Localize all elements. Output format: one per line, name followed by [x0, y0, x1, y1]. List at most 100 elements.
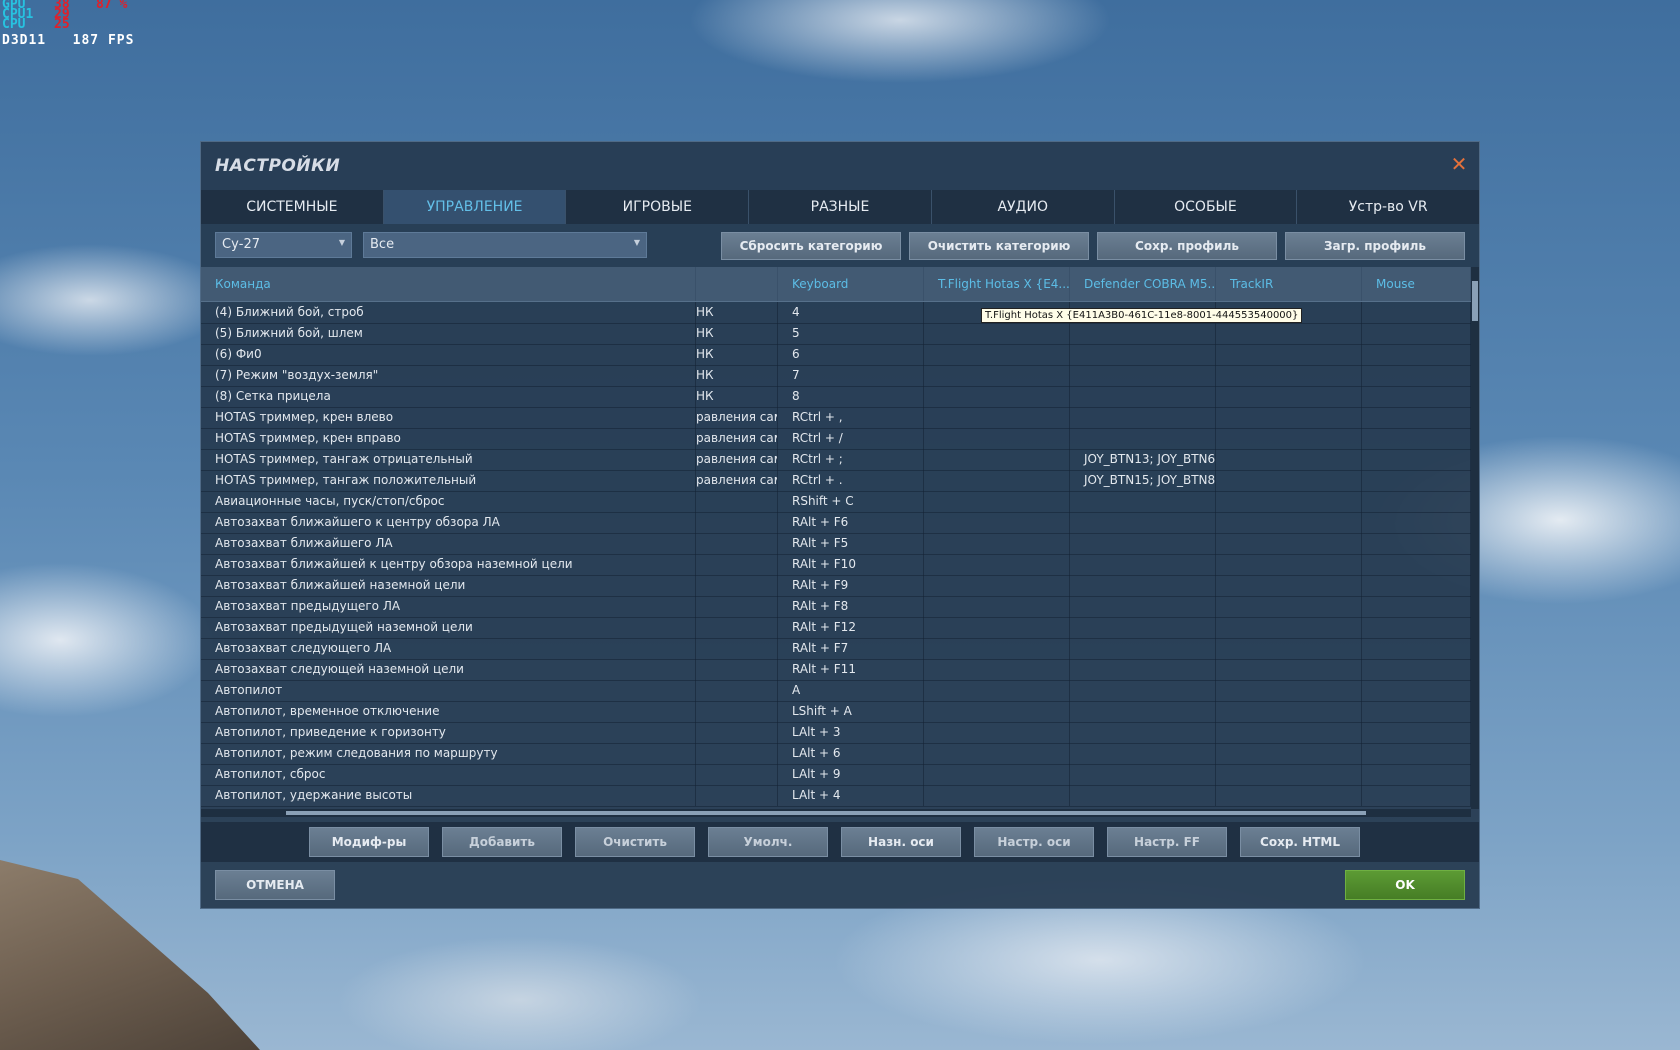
- tab-vr[interactable]: Устр-во VR: [1297, 190, 1479, 224]
- cell-category[interactable]: [696, 617, 778, 638]
- ff-tune-button[interactable]: Настр. FF: [1107, 827, 1227, 857]
- cell-hotas[interactable]: [924, 617, 1070, 638]
- load-profile-button[interactable]: Загр. профиль: [1285, 232, 1465, 260]
- category-select[interactable]: Все ▼: [363, 232, 647, 258]
- cell-trackir[interactable]: [1216, 743, 1362, 764]
- cell-hotas[interactable]: [924, 470, 1070, 491]
- cell-cobra[interactable]: [1070, 659, 1216, 680]
- table-row[interactable]: HOTAS триммер, тангаж положительный равле…: [201, 470, 1471, 492]
- cell-keyboard[interactable]: LShift + A: [778, 701, 924, 722]
- cell-trackir[interactable]: [1216, 554, 1362, 575]
- cell-keyboard[interactable]: RCtrl + /: [778, 428, 924, 449]
- cell-trackir[interactable]: [1216, 407, 1362, 428]
- cell-trackir[interactable]: [1216, 785, 1362, 806]
- table-row[interactable]: Автозахват ближайшей к центру обзора наз…: [201, 554, 1471, 576]
- tab-system[interactable]: СИСТЕМНЫЕ: [201, 190, 384, 224]
- cell-mouse[interactable]: [1362, 596, 1471, 617]
- table-row[interactable]: Автопилот, сброс LAlt + 9: [201, 764, 1471, 786]
- cell-category[interactable]: [696, 659, 778, 680]
- cell-category[interactable]: [696, 575, 778, 596]
- cell-cobra[interactable]: [1070, 344, 1216, 365]
- cell-hotas[interactable]: [924, 428, 1070, 449]
- close-icon[interactable]: ✕: [1449, 154, 1469, 174]
- cell-cobra[interactable]: JOY_BTN13; JOY_BTN6;: [1070, 449, 1216, 470]
- cell-command[interactable]: Автопилот, временное отключение: [201, 701, 696, 722]
- cell-hotas[interactable]: [924, 386, 1070, 407]
- table-row[interactable]: Автозахват ближайшей наземной цели RAlt +…: [201, 575, 1471, 597]
- cell-cobra[interactable]: [1070, 512, 1216, 533]
- cell-command[interactable]: (7) Режим "воздух-земля": [201, 365, 696, 386]
- cell-command[interactable]: Автозахват ближайшего ЛА: [201, 533, 696, 554]
- cell-mouse[interactable]: [1362, 365, 1471, 386]
- cell-cobra[interactable]: [1070, 596, 1216, 617]
- cell-command[interactable]: (4) Ближний бой, строб: [201, 302, 696, 323]
- cell-category[interactable]: [696, 764, 778, 785]
- cell-command[interactable]: Автозахват ближайшей наземной цели: [201, 575, 696, 596]
- cell-mouse[interactable]: [1362, 575, 1471, 596]
- cell-category[interactable]: равления сам: [696, 449, 778, 470]
- cell-command[interactable]: Автозахват предыдущей наземной цели: [201, 617, 696, 638]
- cell-hotas[interactable]: [924, 764, 1070, 785]
- cell-command[interactable]: HOTAS триммер, крен вправо: [201, 428, 696, 449]
- cell-cobra[interactable]: [1070, 323, 1216, 344]
- cell-keyboard[interactable]: LAlt + 4: [778, 785, 924, 806]
- cell-hotas[interactable]: [924, 701, 1070, 722]
- add-button[interactable]: Добавить: [442, 827, 562, 857]
- tab-controls[interactable]: УПРАВЛЕНИЕ: [383, 190, 567, 224]
- cell-mouse[interactable]: [1362, 344, 1471, 365]
- cell-trackir[interactable]: [1216, 365, 1362, 386]
- cell-hotas[interactable]: [924, 323, 1070, 344]
- cell-hotas[interactable]: [924, 533, 1070, 554]
- table-row[interactable]: Авиационные часы, пуск/стоп/сброс RShift …: [201, 491, 1471, 513]
- cell-keyboard[interactable]: RAlt + F8: [778, 596, 924, 617]
- cell-keyboard[interactable]: 8: [778, 386, 924, 407]
- table-row[interactable]: Автозахват ближайшего к центру обзора ЛА…: [201, 512, 1471, 534]
- cell-command[interactable]: HOTAS триммер, крен влево: [201, 407, 696, 428]
- clear-category-button[interactable]: Очистить категорию: [909, 232, 1089, 260]
- cell-trackir[interactable]: [1216, 701, 1362, 722]
- cell-category[interactable]: НК: [696, 386, 778, 407]
- cell-mouse[interactable]: [1362, 407, 1471, 428]
- cell-category[interactable]: [696, 785, 778, 806]
- cell-category[interactable]: равления сам: [696, 407, 778, 428]
- cell-cobra[interactable]: [1070, 575, 1216, 596]
- cell-command[interactable]: Автозахват предыдущего ЛА: [201, 596, 696, 617]
- cell-command[interactable]: (5) Ближний бой, шлем: [201, 323, 696, 344]
- cell-cobra[interactable]: [1070, 386, 1216, 407]
- cell-hotas[interactable]: [924, 491, 1070, 512]
- cell-keyboard[interactable]: 6: [778, 344, 924, 365]
- table-row[interactable]: Автопилот, режим следования по маршруту L…: [201, 743, 1471, 765]
- cell-category[interactable]: НК: [696, 365, 778, 386]
- table-row[interactable]: Автозахват ближайшего ЛА RAlt + F5: [201, 533, 1471, 555]
- cell-category[interactable]: [696, 512, 778, 533]
- cell-mouse[interactable]: [1362, 470, 1471, 491]
- table-row[interactable]: Автозахват следующего ЛА RAlt + F7: [201, 638, 1471, 660]
- cell-category[interactable]: [696, 554, 778, 575]
- cell-command[interactable]: Автопилот: [201, 680, 696, 701]
- cell-mouse[interactable]: [1362, 638, 1471, 659]
- cell-trackir[interactable]: [1216, 491, 1362, 512]
- cell-keyboard[interactable]: RShift + C: [778, 491, 924, 512]
- cell-mouse[interactable]: [1362, 764, 1471, 785]
- cell-command[interactable]: HOTAS триммер, тангаж положительный: [201, 470, 696, 491]
- cell-mouse[interactable]: [1362, 617, 1471, 638]
- tab-special[interactable]: ОСОБЫЕ: [1115, 190, 1298, 224]
- cell-hotas[interactable]: [924, 575, 1070, 596]
- table-row[interactable]: Автопилот, удержание высоты LAlt + 4: [201, 785, 1471, 807]
- save-profile-button[interactable]: Сохр. профиль: [1097, 232, 1277, 260]
- table-row[interactable]: (6) Фи0 НК 6: [201, 344, 1471, 366]
- column-mouse[interactable]: Mouse: [1362, 267, 1471, 301]
- cell-cobra[interactable]: [1070, 785, 1216, 806]
- cell-cobra[interactable]: [1070, 680, 1216, 701]
- cell-keyboard[interactable]: 5: [778, 323, 924, 344]
- cell-hotas[interactable]: [924, 554, 1070, 575]
- cell-category[interactable]: [696, 533, 778, 554]
- cell-hotas[interactable]: [924, 512, 1070, 533]
- aircraft-select[interactable]: Су-27 ▼: [215, 232, 352, 258]
- cell-hotas[interactable]: [924, 344, 1070, 365]
- cell-mouse[interactable]: [1362, 323, 1471, 344]
- cell-keyboard[interactable]: RAlt + F11: [778, 659, 924, 680]
- cell-command[interactable]: (6) Фи0: [201, 344, 696, 365]
- reset-category-button[interactable]: Сбросить категорию: [721, 232, 901, 260]
- cell-category[interactable]: [696, 638, 778, 659]
